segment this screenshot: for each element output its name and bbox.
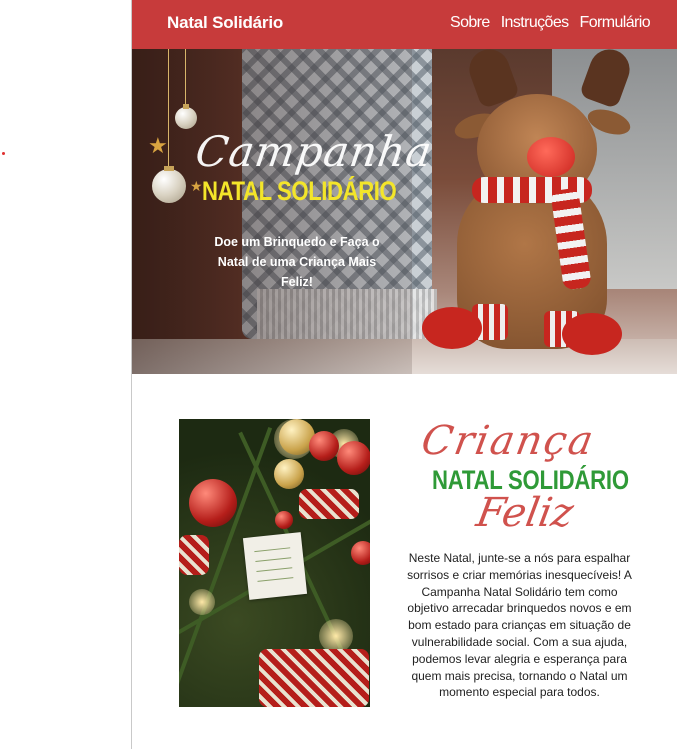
nav-links: Sobre Instruções Formulário	[450, 14, 651, 32]
nav-link-sobre[interactable]: Sobre	[450, 14, 490, 32]
star-icon: ★	[190, 178, 203, 194]
section-title: NATAL SOLIDÁRIO	[432, 465, 629, 495]
hero-script-title: Campanha	[192, 127, 436, 176]
section-script-top: Criança	[417, 418, 599, 464]
nav-link-instrucoes[interactable]: Instruções	[501, 14, 569, 32]
hero-title: NATAL SOLIDÁRIO	[202, 176, 397, 206]
decorative-dot	[2, 152, 5, 155]
section-script-bottom: Feliz	[472, 490, 577, 536]
hero-overlay	[132, 49, 412, 374]
christmas-tree-photo	[179, 419, 370, 707]
section-description: Neste Natal, junte-se a nós para espalha…	[407, 551, 632, 700]
hero-banner: ★ ★ Campanha NATAL SOLIDÁRIO Doe um Brin…	[132, 49, 677, 374]
brand-logo[interactable]: Natal Solidário	[167, 13, 283, 33]
star-icon: ★	[148, 133, 168, 158]
nav-link-formulario[interactable]: Formulário	[580, 14, 651, 32]
page-container: Natal Solidário Sobre Instruções Formulá…	[131, 0, 677, 749]
hero-subtitle: Doe um Brinquedo e Faça o Natal de uma C…	[214, 235, 380, 289]
navbar: Natal Solidário Sobre Instruções Formulá…	[132, 0, 677, 49]
